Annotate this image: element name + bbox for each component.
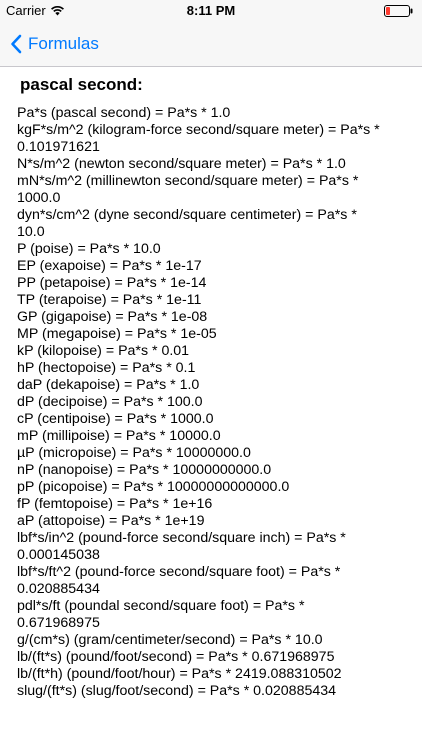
formula-line: 0.671968975 (17, 615, 100, 631)
formula-line: 10.0 (17, 224, 45, 240)
formula-line: lbf*s/in^2 (pound-force second/square in… (17, 530, 346, 546)
battery-low-icon (384, 5, 413, 17)
formula-line: mN*s/m^2 (millinewton second/square mete… (17, 173, 359, 189)
formula-line: mP (millipoise) = Pa*s * 10000.0 (17, 428, 221, 444)
formula-line: g/(cm*s) (gram/centimeter/second) = Pa*s… (17, 632, 323, 648)
formula-line: P (poise) = Pa*s * 10.0 (17, 241, 161, 257)
formula-line: 0.000145038 (17, 547, 100, 563)
formula-line: 1000.0 (17, 190, 61, 206)
page-title: pascal second: (20, 75, 143, 94)
formula-line: MP (megapoise) = Pa*s * 1e-05 (17, 326, 217, 342)
formula-line: cP (centipoise) = Pa*s * 1000.0 (17, 411, 214, 427)
formula-line: TP (terapoise) = Pa*s * 1e-11 (17, 292, 202, 308)
formula-line: aP (attopoise) = Pa*s * 1e+19 (17, 513, 205, 529)
status-bar: Carrier 8:11 PM (0, 0, 422, 22)
formula-line: fP (femtopoise) = Pa*s * 1e+16 (17, 496, 213, 512)
formula-line: lbf*s/ft^2 (pound-force second/square fo… (17, 564, 341, 580)
formula-line: kP (kilopoise) = Pa*s * 0.01 (17, 343, 190, 359)
formula-line: nP (nanopoise) = Pa*s * 10000000000.0 (17, 462, 272, 478)
chevron-left-icon (11, 34, 22, 54)
formula-list: Pa*s (pascal second) = Pa*s * 1.0 kgF*s/m… (17, 105, 409, 700)
formula-line: lb/(ft*s) (pound/foot/second) = Pa*s * 0… (17, 649, 335, 665)
back-button[interactable]: Formulas (10, 32, 99, 56)
formula-line: slug/(ft*s) (slug/foot/second) = Pa*s * … (17, 683, 337, 699)
formula-line: N*s/m^2 (newton second/square meter) = P… (17, 156, 346, 172)
formula-line: kgF*s/m^2 (kilogram-force second/square … (17, 122, 380, 138)
navigation-bar: Formulas (0, 22, 422, 67)
status-time: 8:11 PM (186, 3, 236, 18)
formula-line: lb/(ft*h) (pound/foot/hour) = Pa*s * 241… (17, 666, 342, 682)
formula-line: EP (exapoise) = Pa*s * 1e-17 (17, 258, 202, 274)
formula-line: 0.020885434 (17, 581, 100, 597)
formula-line: hP (hectopoise) = Pa*s * 0.1 (17, 360, 196, 376)
back-button-label: Formulas (28, 34, 99, 53)
formula-line: dyn*s/cm^2 (dyne second/square centimete… (17, 207, 357, 223)
app-screen: Carrier 8:11 PM Formulas pascal second: … (0, 0, 422, 750)
formula-line: µP (micropoise) = Pa*s * 10000000.0 (17, 445, 251, 461)
formula-line: GP (gigapoise) = Pa*s * 1e-08 (17, 309, 208, 325)
formula-line: 0.101971621 (17, 139, 100, 155)
formula-line: PP (petapoise) = Pa*s * 1e-14 (17, 275, 207, 291)
formula-line: daP (dekapoise) = Pa*s * 1.0 (17, 377, 200, 393)
formula-line: Pa*s (pascal second) = Pa*s * 1.0 (17, 105, 231, 121)
formula-line: pP (picopoise) = Pa*s * 10000000000000.0 (17, 479, 290, 495)
formula-line: pdl*s/ft (poundal second/square foot) = … (17, 598, 305, 614)
formula-line: dP (decipoise) = Pa*s * 100.0 (17, 394, 203, 410)
